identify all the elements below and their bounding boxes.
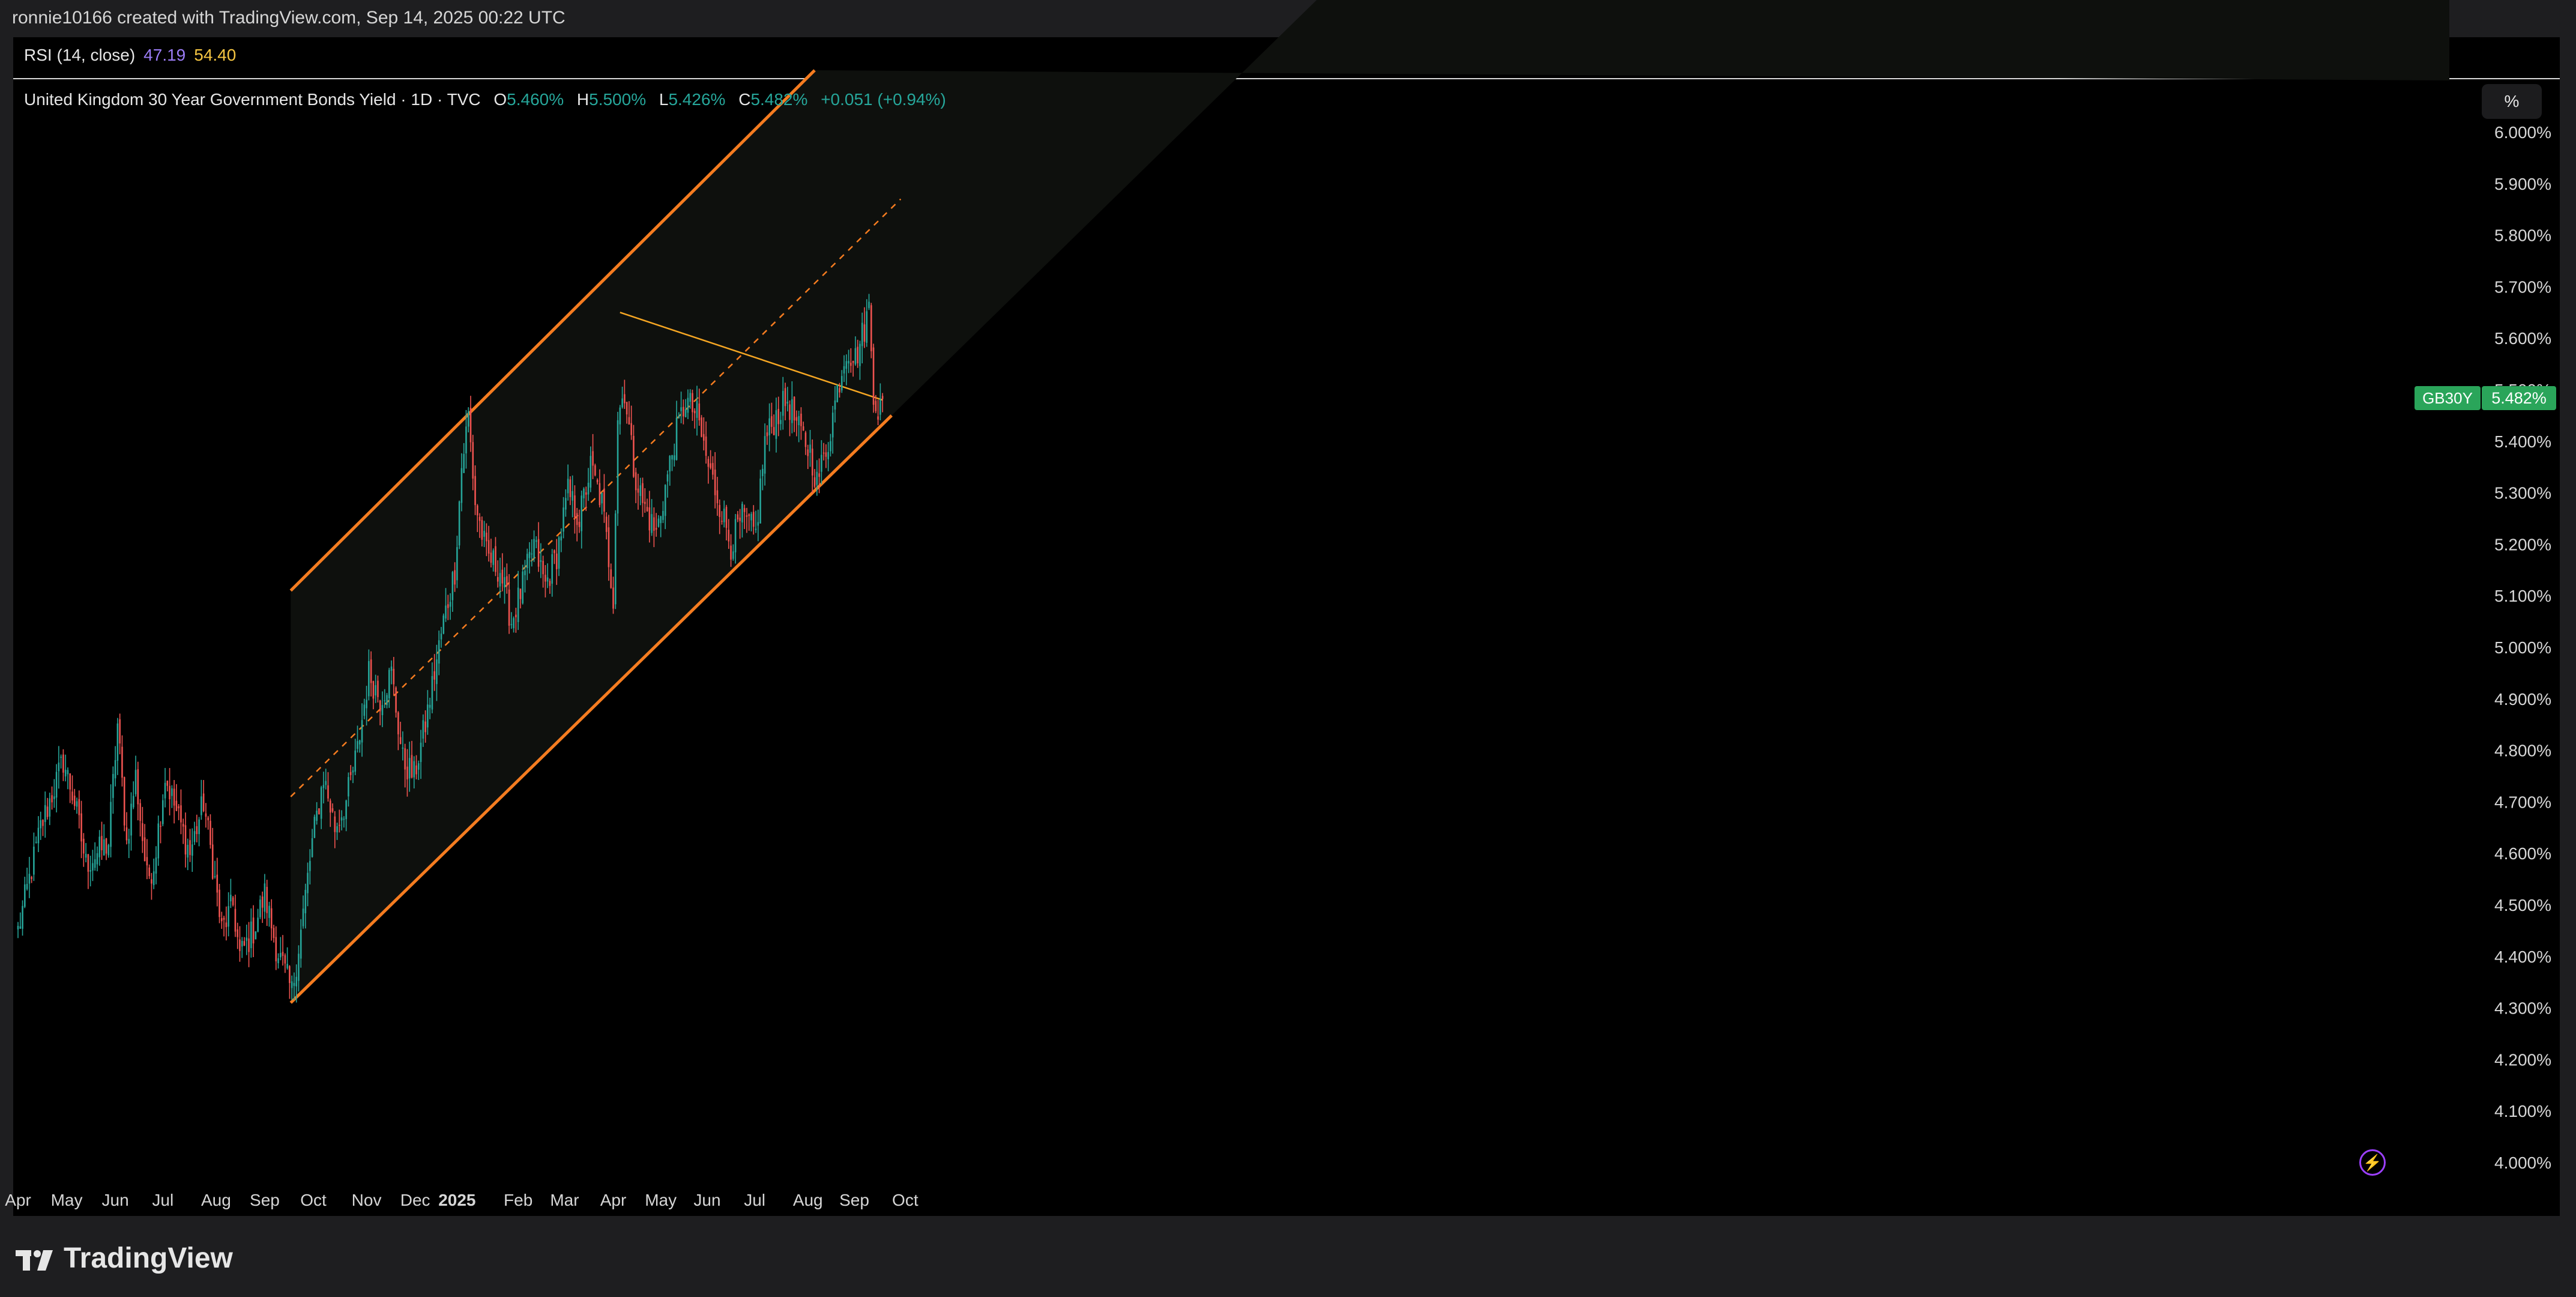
attribution-bar: ronnie10166 created with TradingView.com… [0, 0, 2576, 36]
percent-scale-button[interactable]: % [2482, 84, 2542, 119]
attribution-text: ronnie10166 created with TradingView.com… [12, 8, 566, 28]
chart-pane[interactable] [13, 79, 2560, 1216]
rsi-legend: RSI (14, close) 47.19 54.40 [24, 46, 236, 65]
lightning-icon[interactable]: ⚡ [2359, 1149, 2386, 1176]
brand-name: TradingView [64, 1242, 233, 1274]
change-value: +0.051 (+0.94%) [821, 90, 946, 109]
symbol-tag: GB30Y [2415, 386, 2481, 410]
rsi-value-2: 54.40 [194, 46, 237, 64]
last-price-tag: 5.482% [2482, 386, 2556, 410]
close-label: C [738, 90, 751, 109]
low-label: L [659, 90, 669, 109]
high-value: 5.500% [589, 90, 647, 109]
rsi-label: RSI (14, close) [24, 46, 136, 64]
close-value: 5.482% [750, 90, 808, 109]
high-label: H [576, 90, 590, 109]
rsi-pane[interactable]: RSI (14, close) 47.19 54.40 [13, 37, 2560, 80]
symbol-title: United Kingdom 30 Year Government Bonds … [24, 90, 481, 109]
tradingview-logo-icon [16, 1250, 53, 1271]
open-label: O [493, 90, 507, 109]
rsi-value-1: 47.19 [143, 46, 186, 64]
open-value: 5.460% [507, 90, 564, 109]
low-value: 5.426% [668, 90, 726, 109]
chart-legend: United Kingdom 30 Year Government Bonds … [24, 90, 946, 109]
footer [13, 1216, 2560, 1297]
tradingview-logo[interactable]: TradingView [16, 1242, 233, 1275]
